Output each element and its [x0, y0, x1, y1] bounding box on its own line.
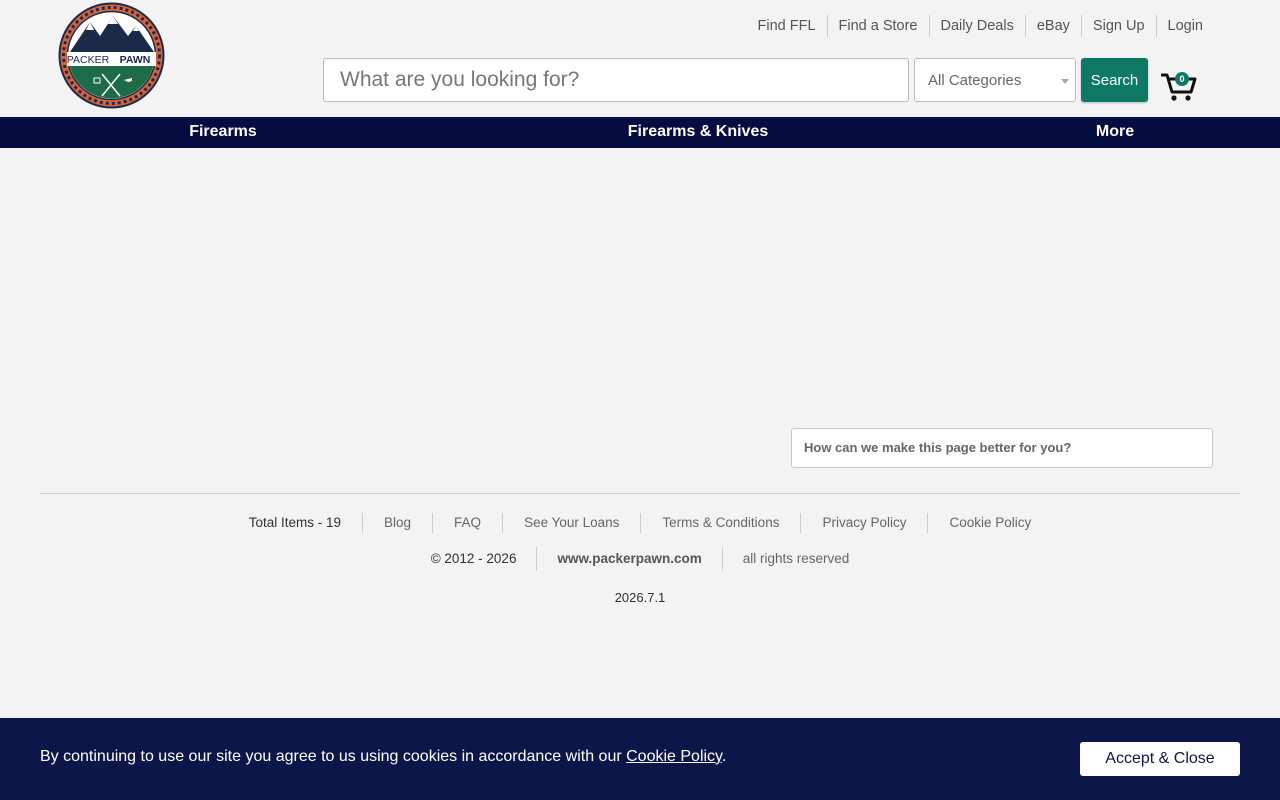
logo-text-pawn: PAWN: [120, 54, 151, 66]
search-bar: All Categories Search: [323, 58, 1148, 102]
site-header: PACKER PAWN Find FFL Find a Store Daily …: [0, 0, 1280, 117]
cookie-text-after: .: [721, 748, 727, 765]
ebay-link[interactable]: eBay: [1024, 15, 1081, 37]
footer-link-blog[interactable]: Blog: [362, 513, 432, 533]
copyright-years: © 2012 - 2026: [430, 551, 517, 566]
find-a-store-link[interactable]: Find a Store: [826, 15, 929, 37]
search-button[interactable]: Search: [1081, 58, 1148, 102]
nav-item-firearms[interactable]: Firearms: [189, 117, 257, 147]
top-links: Find FFL Find a Store Daily Deals eBay S…: [747, 15, 1215, 37]
cart-button[interactable]: 0: [1160, 68, 1197, 104]
rights-reserved: all rights reserved: [721, 547, 870, 571]
footer-divider: [40, 493, 1240, 494]
footer-link-terms[interactable]: Terms & Conditions: [640, 513, 800, 533]
accept-close-button[interactable]: Accept & Close: [1080, 742, 1240, 776]
category-select[interactable]: All Categories: [914, 58, 1076, 102]
login-link[interactable]: Login: [1155, 15, 1214, 37]
total-items-count: Total Items - 19: [248, 515, 342, 530]
find-ffl-link[interactable]: Find FFL: [747, 15, 827, 37]
cookie-message: By continuing to use our site you agree …: [40, 748, 726, 766]
version-number: 2026.7.1: [614, 590, 666, 605]
nav-item-firearms-knives[interactable]: Firearms & Knives: [628, 117, 769, 147]
cookie-text-before: By continuing to use our site you agree …: [40, 748, 627, 765]
chevron-down-icon: [1061, 79, 1069, 84]
copyright-row: © 2012 - 2026 www.packerpawn.com all rig…: [0, 547, 1280, 571]
site-url: www.packerpawn.com: [536, 547, 721, 571]
footer-links: Total Items - 19 Blog FAQ See Your Loans…: [0, 513, 1280, 533]
cart-count-badge: 0: [1175, 72, 1189, 86]
cookie-banner: By continuing to use our site you agree …: [0, 718, 1280, 800]
feedback-input[interactable]: How can we make this page better for you…: [791, 428, 1213, 468]
main-nav: Firearms Firearms & Knives More: [0, 117, 1280, 148]
search-input[interactable]: [323, 58, 909, 102]
footer-link-faq[interactable]: FAQ: [432, 513, 502, 533]
sign-up-link[interactable]: Sign Up: [1080, 15, 1156, 37]
packer-pawn-logo[interactable]: PACKER PAWN: [58, 2, 165, 109]
footer-link-see-your-loans[interactable]: See Your Loans: [502, 513, 640, 533]
nav-item-more[interactable]: More: [1096, 117, 1134, 147]
logo-text-packer: PACKER: [67, 54, 110, 66]
category-select-value: All Categories: [928, 72, 1022, 89]
footer-link-privacy[interactable]: Privacy Policy: [800, 513, 927, 533]
cookie-policy-link[interactable]: Cookie Policy: [626, 748, 722, 765]
svg-text:PACKER: PACKER: [67, 54, 110, 66]
svg-text:PAWN: PAWN: [120, 54, 151, 66]
footer-link-cookie-policy[interactable]: Cookie Policy: [927, 513, 1052, 533]
daily-deals-link[interactable]: Daily Deals: [928, 15, 1025, 37]
